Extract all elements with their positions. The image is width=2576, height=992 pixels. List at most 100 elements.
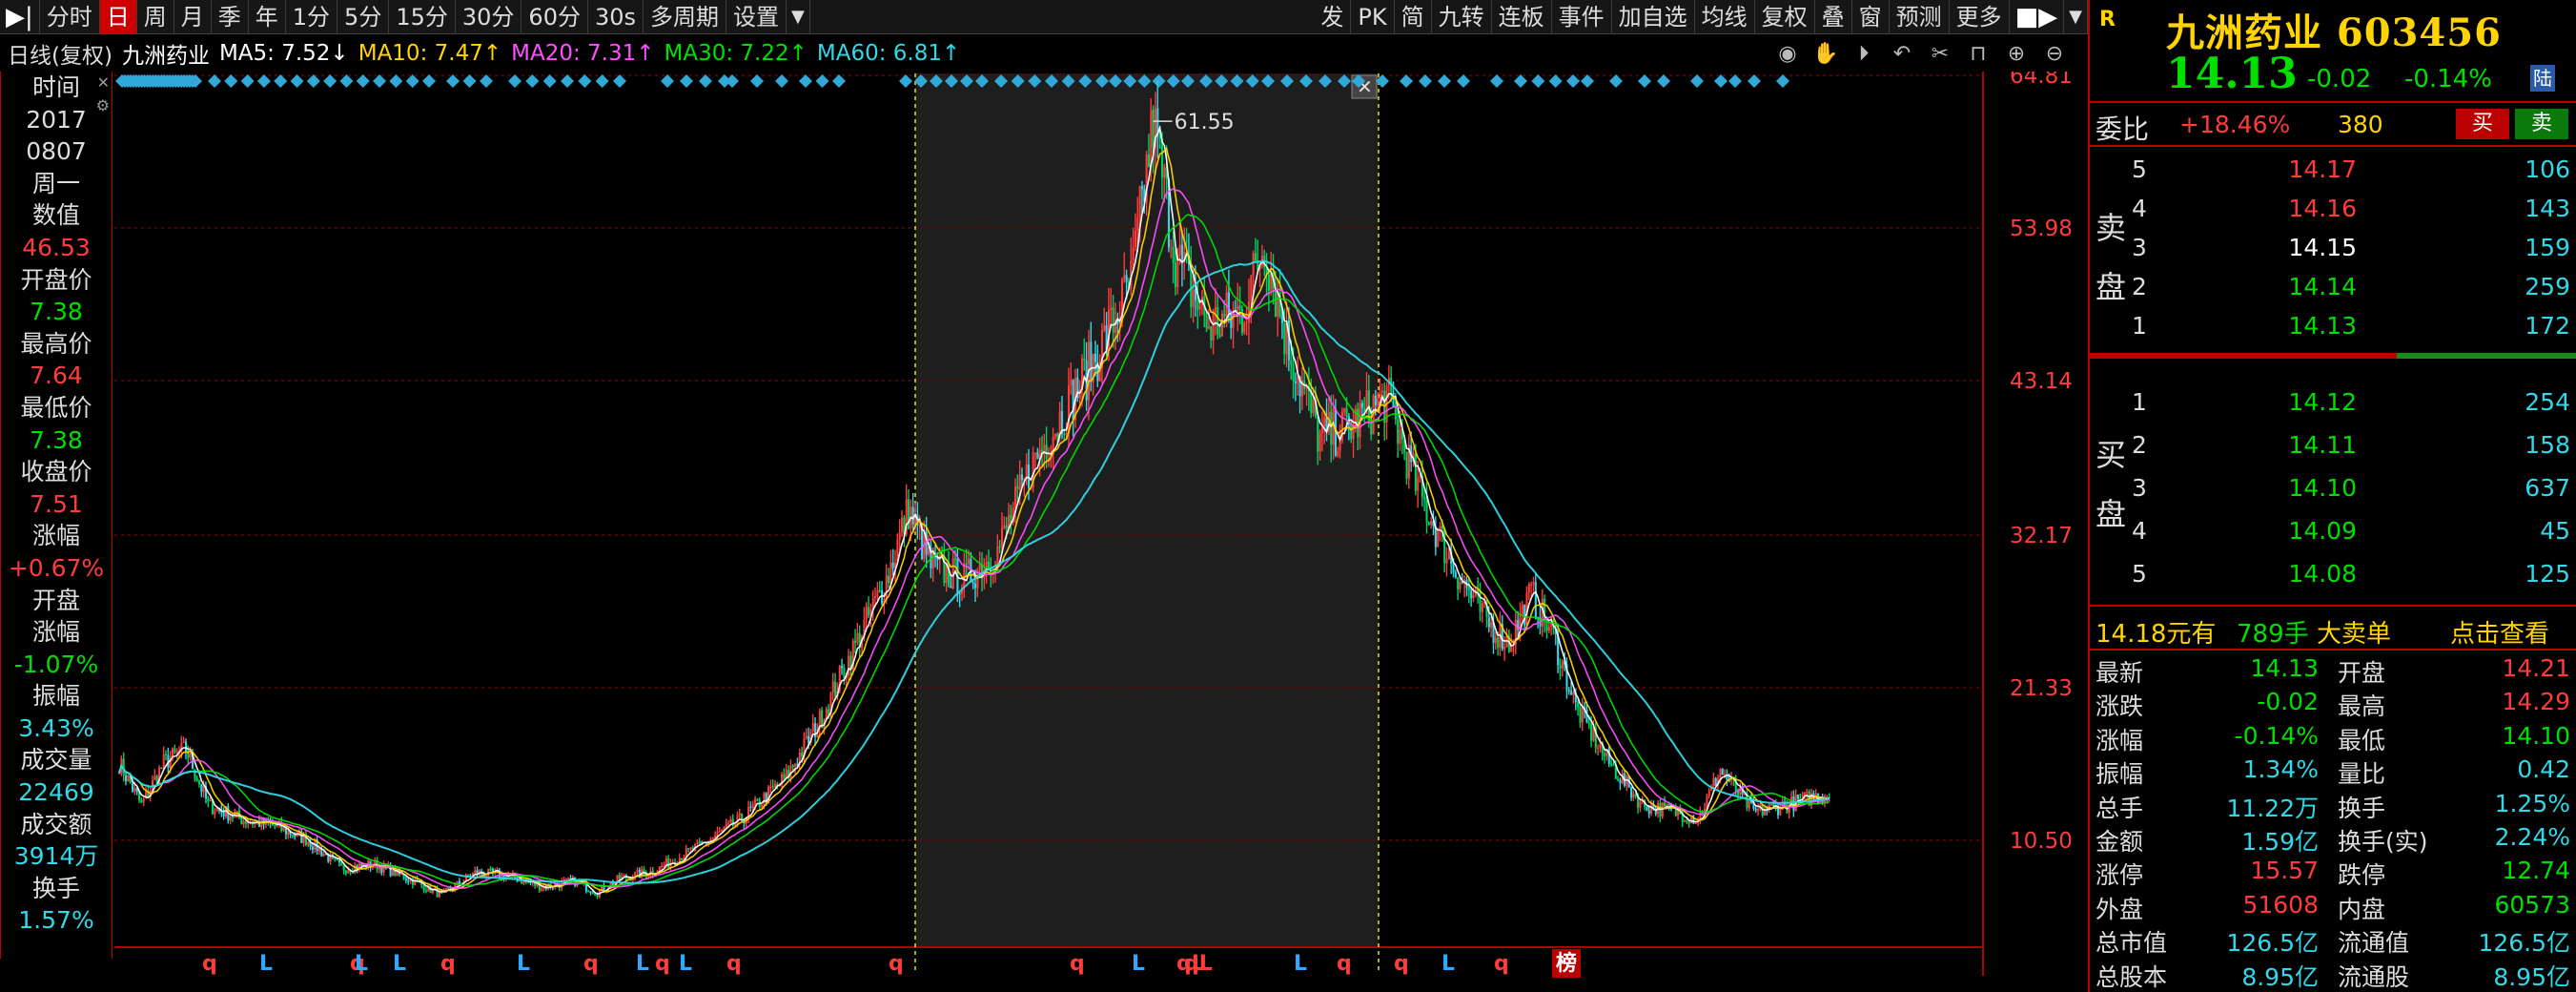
lock-icon[interactable]: ⊓ [1964, 39, 1993, 68]
period-tab-7[interactable]: 5分 [337, 0, 390, 34]
event-diamond [462, 74, 477, 88]
zoom-out-icon[interactable]: ⊖ [2040, 39, 2069, 68]
tool-button-11[interactable]: 预测 [1890, 0, 1950, 34]
candle-body [1581, 707, 1584, 723]
event-diamond [726, 74, 739, 88]
bid-row[interactable]: 3 14.10 637 [2090, 471, 2576, 505]
info-row-14: 涨幅 [31, 522, 80, 550]
big-order-hand: 789手 [2237, 620, 2309, 649]
tool-button-5[interactable]: 事件 [1552, 0, 1612, 34]
candle-body [589, 891, 592, 894]
tool-button-2[interactable]: 简 [1395, 0, 1432, 34]
tool-button-9[interactable]: 叠 [1815, 0, 1852, 34]
period-tab-13[interactable]: 设置 [726, 0, 787, 34]
event-diamond [356, 74, 370, 88]
candle-body [1196, 300, 1199, 310]
hand-icon[interactable]: ✋ [1811, 39, 1840, 68]
stat-label: 总股本 [2096, 962, 2168, 991]
ask-volume: 172 [2525, 312, 2570, 340]
event-diamond [1609, 74, 1623, 88]
bid-row[interactable]: 1 14.12 254 [2090, 385, 2576, 419]
big-order-link[interactable]: 点击查看 [2450, 614, 2549, 650]
candle-body [1033, 452, 1037, 454]
play-icon[interactable]: ⏵ [1850, 39, 1878, 68]
tool-button-1[interactable]: PK [1351, 0, 1395, 34]
undo-icon[interactable]: ↶ [1888, 39, 1916, 68]
bid-row[interactable]: 5 14.08 125 [2090, 557, 2576, 590]
scissors-icon[interactable]: ✂ [1926, 39, 1954, 68]
stat-value: 14.29 [2502, 688, 2570, 716]
candle-body [1714, 777, 1717, 786]
eye-icon[interactable]: ◉ [1773, 39, 1802, 68]
ask-row[interactable]: 1 14.13 172 [2090, 309, 2576, 342]
period-tab-0[interactable]: 分时 [40, 0, 100, 34]
tool-button-6[interactable]: 加自选 [1612, 0, 1695, 34]
tool-button-12[interactable]: 更多 [1950, 0, 2010, 34]
sell-button[interactable]: 卖 [2515, 109, 2568, 139]
period-tab-9[interactable]: 30分 [456, 0, 522, 34]
tool-button-3[interactable]: 九转 [1432, 0, 1492, 34]
ask-row[interactable]: 4 14.16 143 [2090, 192, 2576, 225]
period-tab-2[interactable]: 周 [137, 0, 174, 34]
candle-body [711, 837, 714, 839]
period-tab-3[interactable]: 月 [174, 0, 212, 34]
period-tab-5[interactable]: 年 [249, 0, 286, 34]
tool-button-4[interactable]: 连板 [1492, 0, 1552, 34]
info-row-6: 开盘价 [20, 265, 92, 294]
candle-body [1534, 582, 1537, 618]
event-diamond [256, 74, 271, 88]
more-caret-icon[interactable]: ▼ [2064, 0, 2088, 34]
candle-body [971, 582, 974, 584]
x-marker: L [679, 952, 692, 976]
chart-header: 日线(复权) 九洲药业 MA5: 7.52↓ MA10: 7.47↑ MA20:… [0, 35, 2088, 72]
event-diamond [542, 74, 557, 88]
candle-body [1237, 305, 1239, 311]
kline-chart[interactable]: 64.81 53.98 43.14 32.17 21.33 10.50 ✕ 61.55 q Lq L… [114, 72, 2088, 992]
period-tab-11[interactable]: 30s [588, 0, 644, 34]
expand-panel-icon[interactable]: ■▶ [2010, 0, 2065, 34]
tool-button-0[interactable]: 发 [1314, 0, 1352, 34]
bid-row[interactable]: 2 14.11 158 [2090, 428, 2576, 462]
period-tab-6[interactable]: 1分 [286, 0, 338, 34]
event-diamond [274, 74, 288, 88]
zoom-in-icon[interactable]: ⊕ [2002, 39, 2031, 68]
period-tab-1[interactable]: 日 [99, 0, 137, 34]
big-order-row[interactable]: 14.18元有 789手 大卖单 点击查看 [2090, 607, 2576, 651]
kline-svg[interactable]: 64.8153.9843.1432.1721.3310.50✕61.55q LqL… [114, 72, 2088, 992]
period-tab-8[interactable]: 15分 [389, 0, 456, 34]
period-tab-10[interactable]: 60分 [521, 0, 588, 34]
dropdown-caret-icon[interactable]: ▼ [787, 0, 810, 34]
period-tab-12[interactable]: 多周期 [644, 0, 727, 34]
tool-button-10[interactable]: 窗 [1852, 0, 1890, 34]
candle-body [1072, 380, 1074, 421]
candle-body [1632, 794, 1635, 798]
tool-button-7[interactable]: 均线 [1695, 0, 1755, 34]
ask-row[interactable]: 3 14.15 159 [2090, 231, 2576, 264]
candle-body [124, 775, 128, 781]
candle-body [721, 830, 724, 832]
bid-row[interactable]: 4 14.09 45 [2090, 514, 2576, 548]
candle-body [756, 798, 759, 800]
candle-body [774, 783, 777, 788]
ask-price: 14.17 [2288, 155, 2357, 183]
event-diamond [1638, 74, 1651, 88]
period-tab-4[interactable]: 季 [212, 0, 249, 34]
buy-button[interactable]: 买 [2456, 109, 2509, 139]
event-diamond [750, 74, 764, 88]
stat-label: 开盘 [2338, 659, 2386, 687]
candle-body [287, 830, 290, 835]
candle-body [1399, 429, 1401, 444]
ask-price: 14.15 [2288, 234, 2357, 261]
ask-row[interactable]: 5 14.17 106 [2090, 153, 2576, 186]
period-label[interactable]: 日线(复权) [8, 37, 112, 70]
weibi-num: 380 [2338, 111, 2383, 138]
close-icon[interactable]: ✕ [97, 73, 110, 92]
candle-body [1280, 316, 1283, 323]
tool-button-8[interactable]: 复权 [1755, 0, 1815, 34]
market-badge: 陆 [2530, 65, 2555, 92]
collapse-panel-icon[interactable]: ▶| [0, 0, 40, 34]
gear-icon[interactable]: ⚙ [96, 96, 110, 114]
candle-body [1343, 408, 1346, 412]
ask-row[interactable]: 2 14.14 259 [2090, 270, 2576, 303]
candle-body [1547, 627, 1550, 631]
